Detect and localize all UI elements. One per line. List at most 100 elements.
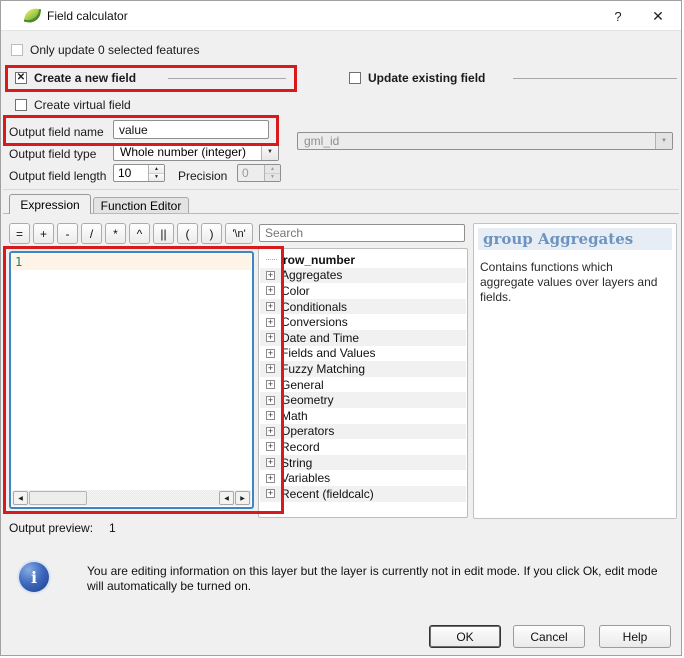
window-help-button[interactable]: ? <box>601 1 635 31</box>
spin-down-icon[interactable]: ▼ <box>149 174 164 182</box>
field-calculator-dialog: Field calculator ? ✕ Only update 0 selec… <box>0 0 682 656</box>
operator-divide-button[interactable]: / <box>81 223 102 244</box>
close-icon[interactable]: ✕ <box>641 1 675 31</box>
expand-plus-icon[interactable]: + <box>266 442 275 451</box>
output-field-type-select[interactable]: Whole number (integer) ▼ <box>113 143 279 161</box>
chevron-down-icon: ▼ <box>655 133 672 149</box>
existing-field-value: gml_id <box>298 133 655 149</box>
cancel-button[interactable]: Cancel <box>513 625 585 648</box>
tree-item-variables[interactable]: +Variables <box>260 470 466 486</box>
edit-mode-notice: You are editing information on this laye… <box>87 564 673 593</box>
spinner-arrows[interactable]: ▲ ▼ <box>148 165 164 181</box>
expand-plus-icon[interactable]: + <box>266 302 275 311</box>
tree-item-aggregates[interactable]: +Aggregates <box>260 268 466 284</box>
operator-concat-button[interactable]: || <box>153 223 174 244</box>
checkbox-icon[interactable] <box>349 72 361 84</box>
precision-stepper: 0 ▲ ▼ <box>237 164 281 182</box>
info-icon: i <box>19 562 49 592</box>
tree-connector <box>266 259 277 260</box>
expand-plus-icon[interactable]: + <box>266 364 275 373</box>
help-button[interactable]: Help <box>599 625 671 648</box>
tree-item-color[interactable]: +Color <box>260 283 466 299</box>
output-field-length-value: 10 <box>114 165 148 181</box>
operator-multiply-button[interactable]: * <box>105 223 126 244</box>
expand-plus-icon[interactable]: + <box>266 427 275 436</box>
operator-close-paren-button[interactable]: ) <box>201 223 222 244</box>
expand-plus-icon[interactable]: + <box>266 271 275 280</box>
output-field-type-label: Output field type <box>9 147 96 161</box>
group-line <box>168 78 286 79</box>
tree-item-math[interactable]: +Math <box>260 408 466 424</box>
tree-item-conditionals[interactable]: +Conditionals <box>260 299 466 315</box>
help-panel-description: Contains functions which aggregate value… <box>474 254 676 305</box>
scrollbar-thumb[interactable] <box>29 491 87 505</box>
create-new-field-checkbox[interactable]: ✕ Create a new field <box>15 71 136 85</box>
checkbox-checked-icon[interactable]: ✕ <box>15 72 27 84</box>
scroll-left-icon[interactable]: ◀ <box>13 491 28 505</box>
operator-equals-button[interactable]: = <box>9 223 30 244</box>
expand-plus-icon[interactable]: + <box>266 489 275 498</box>
update-existing-field-checkbox[interactable]: Update existing field <box>349 71 485 85</box>
expand-plus-icon[interactable]: + <box>266 380 275 389</box>
output-preview-value: 1 <box>109 521 116 535</box>
function-tree-panel: row_number +Aggregates +Color +Condition… <box>258 248 468 518</box>
tree-item-operators[interactable]: +Operators <box>260 424 466 440</box>
output-field-type-value: Whole number (integer) <box>114 144 261 160</box>
chevron-down-icon[interactable]: ▼ <box>261 144 278 160</box>
tree-item-record[interactable]: +Record <box>260 439 466 455</box>
precision-value: 0 <box>238 165 264 181</box>
only-update-label: Only update 0 selected features <box>30 43 199 57</box>
update-existing-field-label: Update existing field <box>368 71 485 85</box>
spin-up-icon[interactable]: ▲ <box>149 165 164 174</box>
group-line <box>513 78 677 79</box>
tab-expression[interactable]: Expression <box>9 194 91 214</box>
output-field-name-input[interactable] <box>113 120 269 139</box>
tab-function-editor[interactable]: Function Editor <box>93 197 189 213</box>
tree-item-fuzzy-matching[interactable]: +Fuzzy Matching <box>260 361 466 377</box>
tree-item-recent-fieldcalc[interactable]: +Recent (fieldcalc) <box>260 486 466 502</box>
operator-minus-button[interactable]: - <box>57 223 78 244</box>
operator-power-button[interactable]: ^ <box>129 223 150 244</box>
expand-plus-icon[interactable]: + <box>266 349 275 358</box>
expand-plus-icon[interactable]: + <box>266 318 275 327</box>
tree-item-conversions[interactable]: +Conversions <box>260 314 466 330</box>
ok-button[interactable]: OK <box>429 625 501 648</box>
create-virtual-field-label: Create virtual field <box>34 98 131 112</box>
tree-item-fields-and-values[interactable]: +Fields and Values <box>260 346 466 362</box>
tree-item-general[interactable]: +General <box>260 377 466 393</box>
expression-current-line[interactable]: 1 <box>12 254 251 270</box>
create-virtual-field-checkbox[interactable]: Create virtual field <box>15 98 131 112</box>
expand-plus-icon[interactable]: + <box>266 458 275 467</box>
operator-newline-button[interactable]: '\n' <box>225 223 253 244</box>
tree-item-geometry[interactable]: +Geometry <box>260 392 466 408</box>
checkbox-icon[interactable] <box>15 99 27 111</box>
qgis-logo-icon <box>24 7 41 24</box>
expand-plus-icon[interactable]: + <box>266 396 275 405</box>
operator-plus-button[interactable]: + <box>33 223 54 244</box>
operator-open-paren-button[interactable]: ( <box>177 223 198 244</box>
output-field-name-label: Output field name <box>9 125 104 139</box>
horizontal-scrollbar[interactable]: ◀ ◀ ▶ <box>12 490 251 506</box>
scroll-left-icon[interactable]: ◀ <box>219 491 234 505</box>
tree-item-row-number[interactable]: row_number <box>260 252 466 268</box>
checkbox-icon <box>11 44 23 56</box>
output-preview-label: Output preview: <box>9 521 93 535</box>
tree-item-date-and-time[interactable]: +Date and Time <box>260 330 466 346</box>
output-field-length-stepper[interactable]: 10 ▲ ▼ <box>113 164 165 182</box>
tree-item-string[interactable]: +String <box>260 455 466 471</box>
spin-down-icon: ▼ <box>265 174 280 182</box>
search-input[interactable] <box>259 224 465 242</box>
expand-plus-icon[interactable]: + <box>266 333 275 342</box>
expand-plus-icon[interactable]: + <box>266 286 275 295</box>
existing-field-select: gml_id ▼ <box>297 132 673 150</box>
operator-toolbar: = + - / * ^ || ( ) '\n' <box>9 223 253 244</box>
expand-plus-icon[interactable]: + <box>266 411 275 420</box>
window-title: Field calculator <box>47 9 128 23</box>
expand-plus-icon[interactable]: + <box>266 474 275 483</box>
only-update-checkbox: Only update 0 selected features <box>11 43 199 57</box>
spinner-arrows: ▲ ▼ <box>264 165 280 181</box>
scroll-right-icon[interactable]: ▶ <box>235 491 250 505</box>
section-divider <box>3 189 679 190</box>
expression-editor[interactable]: 1 ◀ ◀ ▶ <box>9 251 254 509</box>
output-field-length-label: Output field length <box>9 169 106 183</box>
